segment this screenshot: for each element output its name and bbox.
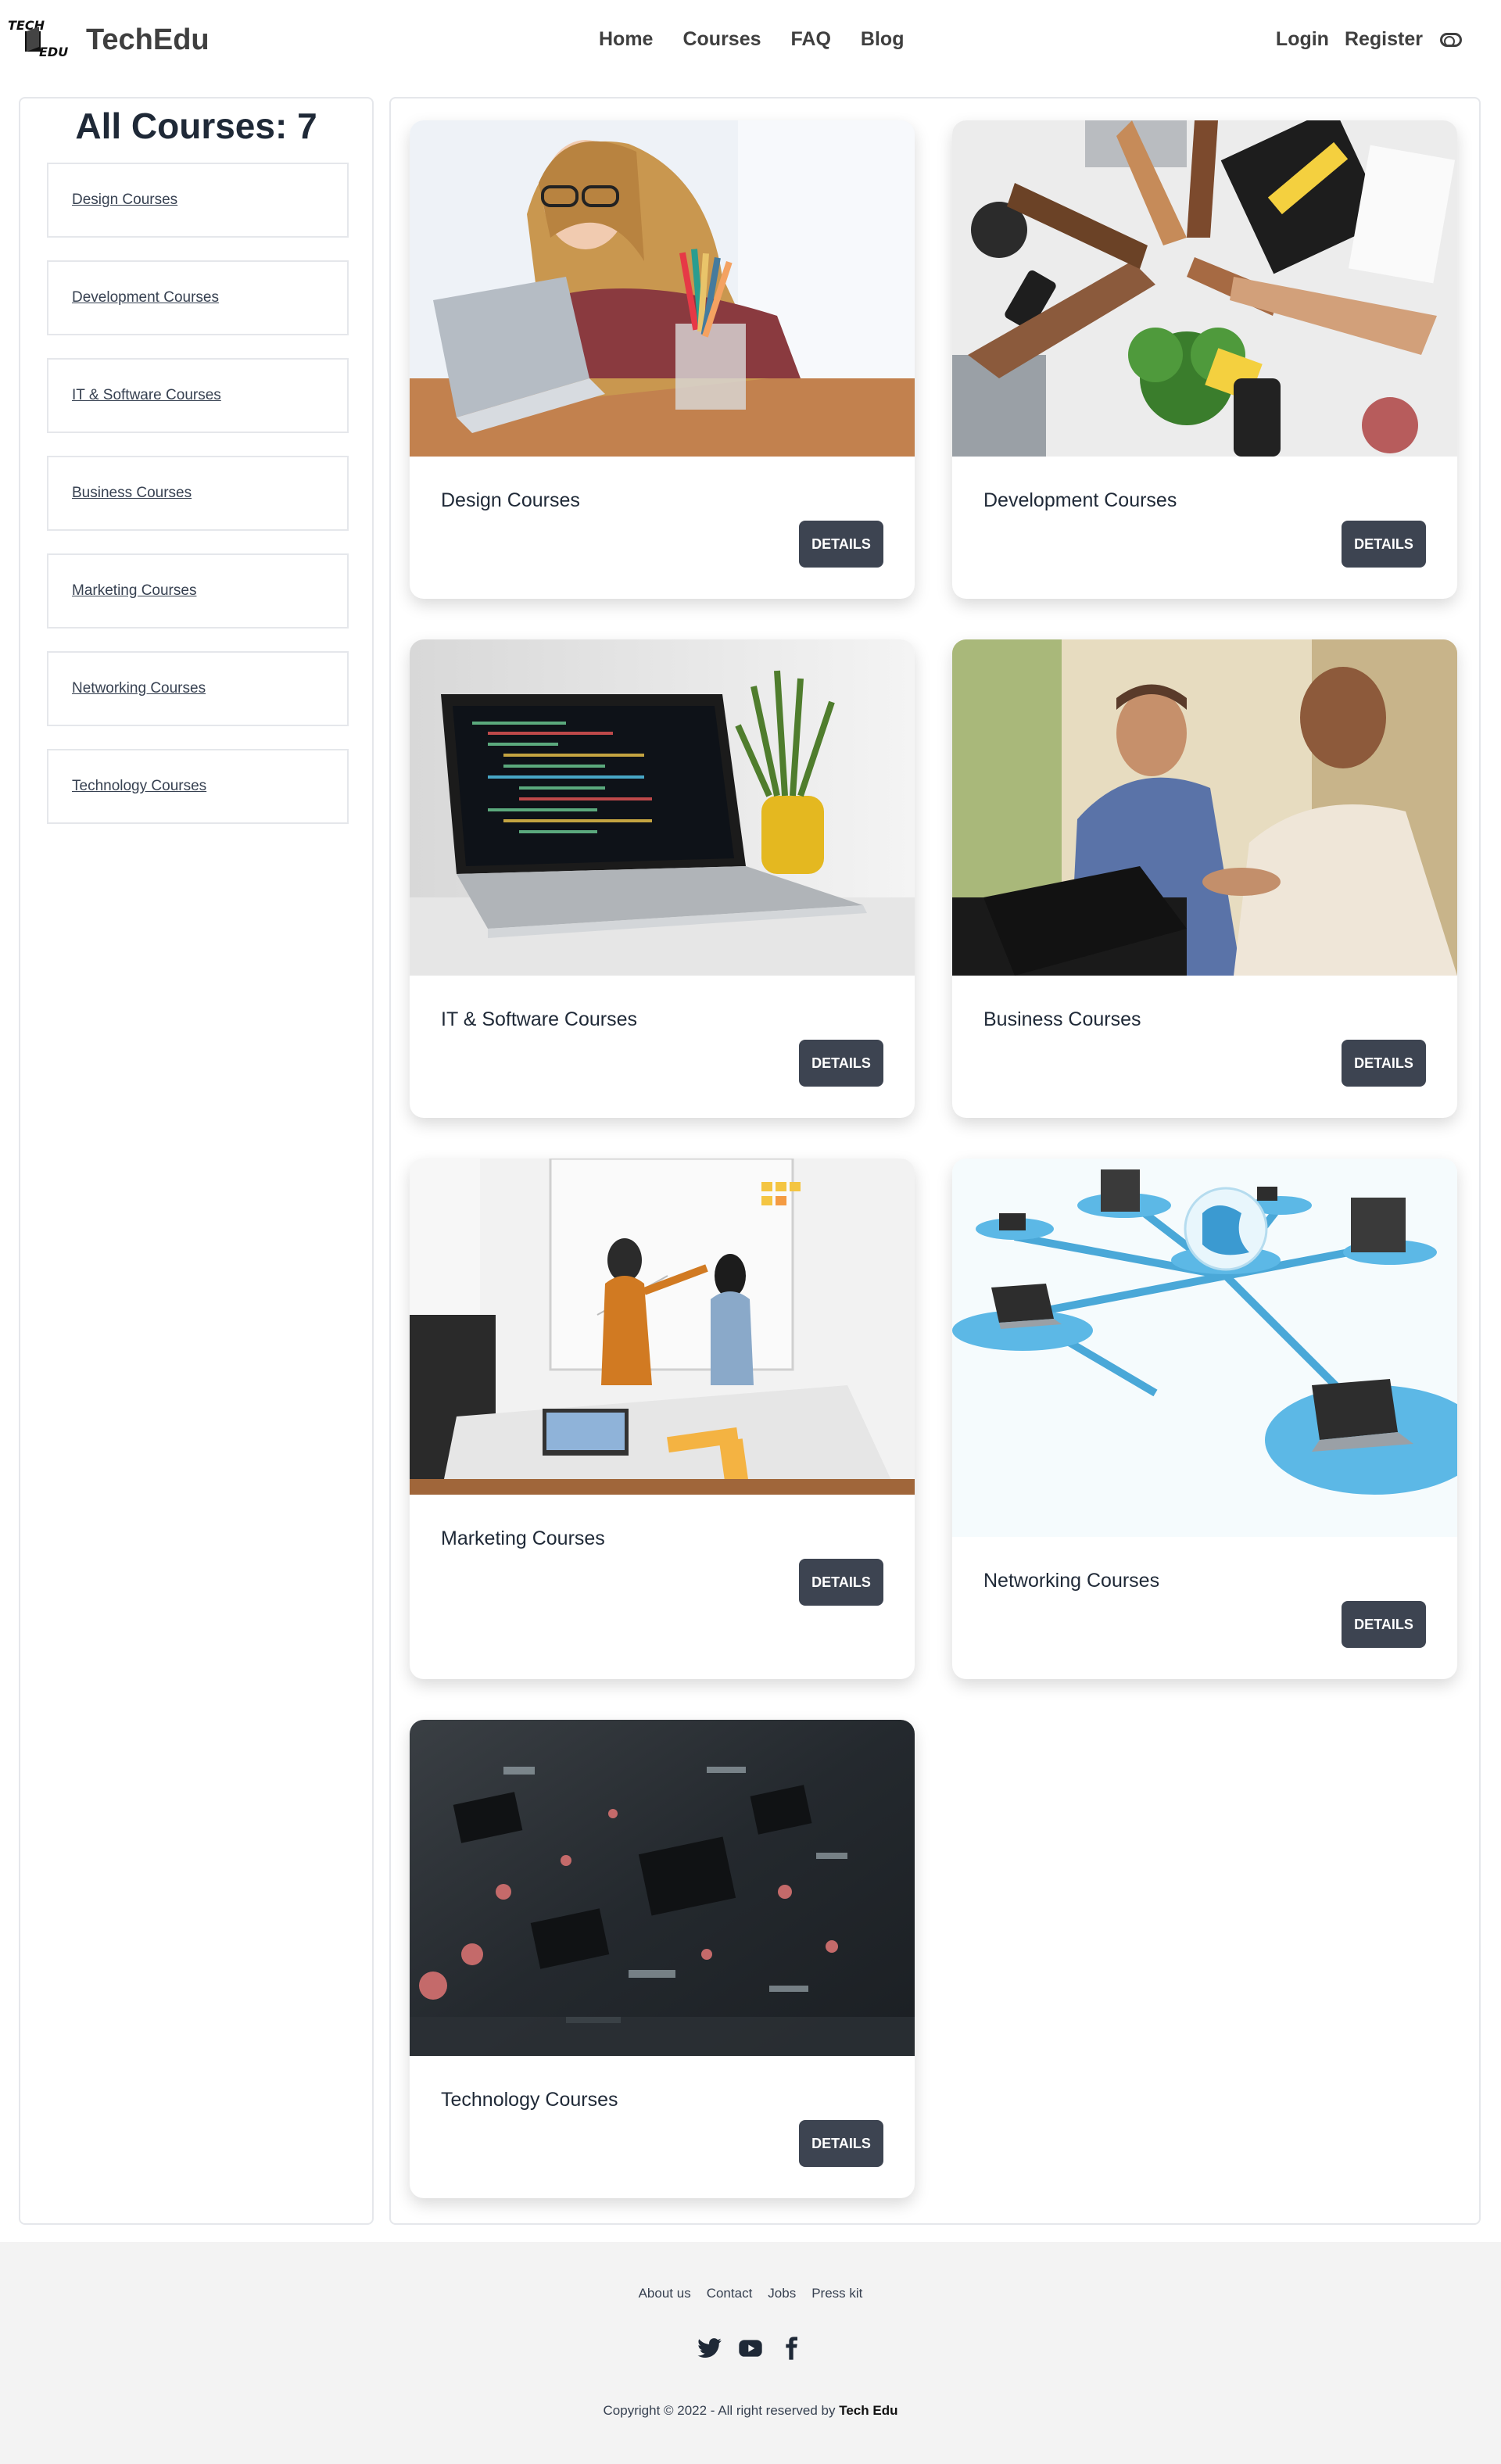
details-button[interactable]: Details: [1342, 521, 1426, 568]
course-grid: Design Courses Details: [389, 97, 1481, 2225]
course-card-technology: Technology Courses Details: [410, 1720, 915, 2198]
login-link[interactable]: Login: [1276, 28, 1329, 51]
sidebar-item-business[interactable]: Business Courses: [47, 456, 349, 531]
footer: About us Contact Jobs Press kit Copyrigh…: [0, 2242, 1501, 2464]
course-count-title: All Courses: 7: [75, 106, 317, 146]
twitter-icon[interactable]: [697, 2336, 722, 2361]
course-image-business: [952, 639, 1457, 976]
details-button[interactable]: Details: [799, 1040, 883, 1087]
course-image-it-software: [410, 639, 915, 976]
course-image-development: [952, 120, 1457, 457]
details-button[interactable]: Details: [799, 1559, 883, 1606]
footer-link-press-kit[interactable]: Press kit: [811, 2286, 862, 2301]
sidebar-item-technology[interactable]: Technology Courses: [47, 749, 349, 824]
sidebar-item-label[interactable]: Technology Courses: [72, 778, 206, 795]
course-title: Technology Courses: [441, 2089, 618, 2111]
course-title: Business Courses: [983, 1008, 1141, 1030]
sidebar-item-networking[interactable]: Networking Courses: [47, 651, 349, 726]
copyright: Copyright © 2022 - All right reserved by…: [0, 2403, 1501, 2419]
sidebar-item-development[interactable]: Development Courses: [47, 260, 349, 335]
course-card-marketing: Marketing Courses Details: [410, 1159, 915, 1679]
course-title: Marketing Courses: [441, 1527, 605, 1549]
navbar: TECH EDU TechEdu Home Courses FAQ Blog L…: [0, 0, 1501, 81]
footer-link-jobs[interactable]: Jobs: [768, 2286, 796, 2301]
theme-toggle-icon[interactable]: [1440, 32, 1462, 47]
course-card-networking: Networking Courses Details: [952, 1159, 1457, 1679]
course-image-marketing: [410, 1159, 915, 1495]
course-sidebar: All Courses: 7 Design Courses Developmen…: [19, 97, 374, 2225]
svg-text:EDU: EDU: [39, 45, 68, 59]
footer-links: About us Contact Jobs Press kit: [0, 2286, 1501, 2301]
sidebar-item-label[interactable]: Marketing Courses: [72, 582, 196, 600]
course-title: Networking Courses: [983, 1570, 1160, 1592]
copyright-text: Copyright © 2022 - All right reserved by: [603, 2403, 836, 2418]
footer-link-about[interactable]: About us: [639, 2286, 691, 2301]
auth-nav: Login Register: [1276, 28, 1462, 51]
main-nav: Home Courses FAQ Blog: [599, 28, 904, 51]
course-title: Development Courses: [983, 489, 1177, 511]
details-button[interactable]: Details: [1342, 1601, 1426, 1648]
sidebar-item-label[interactable]: Development Courses: [72, 289, 219, 306]
nav-blog[interactable]: Blog: [861, 28, 905, 51]
course-card-business: Business Courses Details: [952, 639, 1457, 1118]
sidebar-item-marketing[interactable]: Marketing Courses: [47, 553, 349, 629]
sidebar-item-it-software[interactable]: IT & Software Courses: [47, 358, 349, 433]
sidebar-item-design[interactable]: Design Courses: [47, 163, 349, 238]
course-title: IT & Software Courses: [441, 1008, 638, 1030]
course-image-technology: [410, 1720, 915, 2056]
details-button[interactable]: Details: [799, 521, 883, 568]
nav-home[interactable]: Home: [599, 28, 653, 51]
footer-link-contact[interactable]: Contact: [707, 2286, 753, 2301]
svg-text:TECH: TECH: [8, 18, 45, 33]
details-button[interactable]: Details: [799, 2120, 883, 2167]
facebook-icon[interactable]: [779, 2336, 804, 2361]
course-title: Design Courses: [441, 489, 580, 511]
details-button[interactable]: Details: [1342, 1040, 1426, 1087]
sidebar-item-label[interactable]: Business Courses: [72, 485, 192, 502]
sidebar-item-label[interactable]: Networking Courses: [72, 680, 206, 697]
brand-name[interactable]: TechEdu: [86, 23, 210, 57]
course-image-design: [410, 120, 915, 457]
nav-courses[interactable]: Courses: [682, 28, 761, 51]
social-links: [0, 2336, 1501, 2361]
copyright-brand: Tech Edu: [839, 2403, 898, 2418]
sidebar-item-label[interactable]: IT & Software Courses: [72, 387, 221, 404]
course-card-it-software: IT & Software Courses Details: [410, 639, 915, 1118]
register-link[interactable]: Register: [1345, 28, 1423, 51]
sidebar-item-label[interactable]: Design Courses: [72, 192, 177, 209]
course-card-development: Development Courses Details: [952, 120, 1457, 599]
logo-icon[interactable]: TECH EDU: [8, 17, 70, 64]
nav-faq[interactable]: FAQ: [791, 28, 831, 51]
youtube-icon[interactable]: [738, 2336, 763, 2361]
course-image-networking: [952, 1159, 1457, 1537]
course-card-design: Design Courses Details: [410, 120, 915, 599]
